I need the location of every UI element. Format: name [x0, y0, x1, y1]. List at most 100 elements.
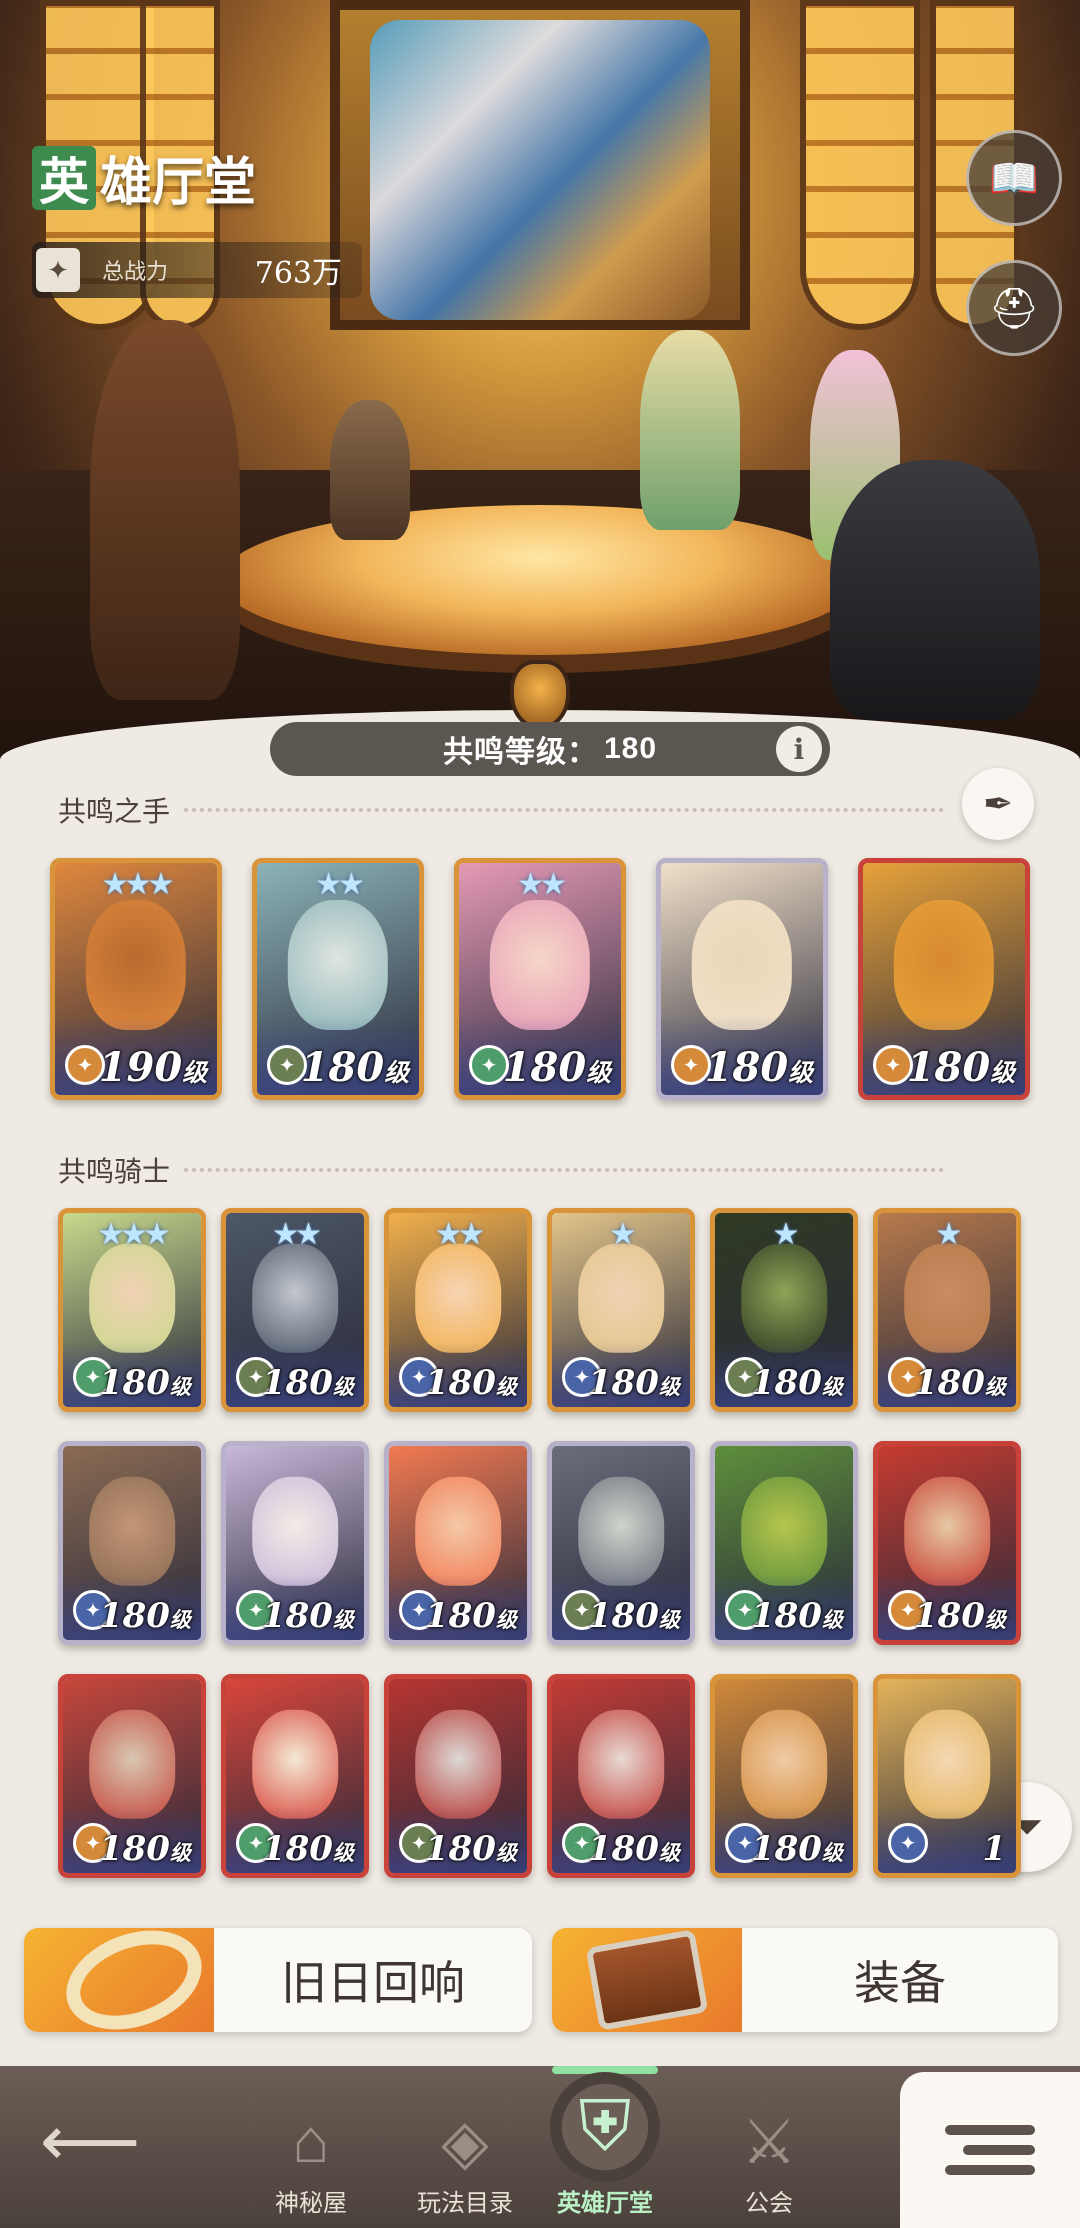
compare-button[interactable]: ⛑ — [966, 260, 1062, 356]
level-unit: 级 — [821, 1374, 843, 1399]
hero-card[interactable]: ✦ 180级 — [710, 1441, 858, 1645]
hero-figure[interactable] — [830, 460, 1040, 720]
codex-book-button[interactable]: 📖 — [966, 130, 1062, 226]
hero-card[interactable]: ✦ 180级 — [58, 1441, 206, 1645]
hero-level: 180级 — [914, 1363, 1006, 1403]
nav-mystery-house[interactable]: ⌂ 神秘屋 — [236, 2066, 386, 2228]
level-number: 180 — [913, 1363, 985, 1403]
level-unit: 级 — [495, 1374, 517, 1399]
hero-level: 180级 — [262, 1363, 354, 1403]
round-table — [220, 505, 860, 655]
chest-icon — [585, 1929, 709, 2031]
hero-face — [578, 1710, 664, 1819]
hero-face — [252, 1244, 338, 1353]
power-icon: ✦ — [36, 248, 80, 292]
main-menu-button[interactable] — [900, 2072, 1080, 2228]
level-unit: 级 — [332, 1607, 354, 1632]
hero-level: 1 — [982, 1829, 1006, 1869]
level-number: 180 — [587, 1363, 659, 1403]
hero-figure[interactable] — [330, 400, 410, 540]
hero-card[interactable]: ✦ 180级 — [384, 1441, 532, 1645]
hero-card[interactable]: ✦ 180级 — [873, 1441, 1021, 1645]
hero-face — [904, 1477, 990, 1586]
star-rating: ★★ — [517, 868, 567, 901]
level-number: 180 — [587, 1596, 659, 1636]
info-button[interactable]: i — [776, 726, 822, 772]
resonance-level: 180 — [603, 732, 658, 765]
hero-card[interactable]: ★ ✦ 180级 — [710, 1208, 858, 1412]
nav-guild[interactable]: ⚔ 公会 — [694, 2066, 844, 2228]
hero-card[interactable]: ✦ 180级 — [547, 1674, 695, 1878]
total-power-panel: ✦ 总战力 763万 — [32, 242, 362, 298]
hero-face — [415, 1710, 501, 1819]
equipment-button[interactable]: 装备 — [552, 1928, 1058, 2032]
level-number: 180 — [424, 1596, 496, 1636]
hero-card[interactable]: ✦ 180级 — [384, 1674, 532, 1878]
hall-scene — [0, 0, 1080, 760]
page-title: 英 雄厅堂 — [32, 140, 256, 215]
back-arrow-icon: ⟵ — [39, 2102, 141, 2180]
level-unit: 级 — [495, 1607, 517, 1632]
hero-level: 180级 — [751, 1829, 843, 1869]
edit-quill-button[interactable]: ✒ — [962, 768, 1034, 840]
hero-level: 180级 — [914, 1596, 1006, 1636]
hero-face — [415, 1244, 501, 1353]
hero-card[interactable]: ✦ 180级 — [221, 1441, 369, 1645]
level-unit: 级 — [495, 1840, 517, 1865]
hero-card[interactable]: ✦ 180级 — [221, 1674, 369, 1878]
hero-face — [741, 1244, 827, 1353]
level-unit: 级 — [658, 1840, 680, 1865]
level-unit: 级 — [821, 1607, 843, 1632]
hero-face — [89, 1710, 175, 1819]
stained-glass-window — [800, 0, 920, 330]
level-unit: 级 — [984, 1374, 1006, 1399]
level-number: 180 — [750, 1596, 822, 1636]
hero-card[interactable]: ✦ 180级 — [710, 1674, 858, 1878]
hero-card[interactable]: ★★★ ✦ 190级 — [50, 858, 222, 1100]
hero-level: 180级 — [751, 1596, 843, 1636]
hero-face — [741, 1710, 827, 1819]
hero-face — [741, 1477, 827, 1586]
echoes-of-the-past-button[interactable]: 旧日回响 — [24, 1928, 532, 2032]
nav-gameplay-catalog[interactable]: ◈ 玩法目录 — [390, 2066, 540, 2228]
hero-card[interactable]: ★★ ✦ 180级 — [384, 1208, 532, 1412]
hero-card[interactable]: ✦ 180级 — [58, 1674, 206, 1878]
hero-card[interactable]: ★★ ✦ 180级 — [252, 858, 424, 1100]
nav-hero-hall[interactable]: ⛨ 英雄厅堂 — [530, 2066, 680, 2228]
title-rest: 雄厅堂 — [100, 152, 257, 213]
hero-level: 180级 — [301, 1044, 409, 1091]
hero-level: 180级 — [99, 1363, 191, 1403]
nav-label: 玩法目录 — [417, 2190, 513, 2217]
section-title: 共鸣骑士 — [58, 1156, 171, 1187]
star-rating: ★★ — [315, 868, 365, 901]
back-button[interactable]: ⟵ — [30, 2066, 150, 2228]
divider — [184, 1168, 945, 1172]
hero-face — [85, 900, 187, 1031]
equip-art — [552, 1928, 742, 2032]
level-unit: 级 — [169, 1374, 191, 1399]
hero-figure[interactable] — [90, 320, 240, 700]
hero-level: 180级 — [425, 1829, 517, 1869]
hero-card[interactable]: ★★★ ✦ 180级 — [58, 1208, 206, 1412]
hero-card[interactable]: ★★ ✦ 180级 — [454, 858, 626, 1100]
hero-face — [578, 1477, 664, 1586]
hero-level: 190级 — [99, 1044, 207, 1091]
hero-level: 180级 — [262, 1596, 354, 1636]
hero-face — [287, 900, 389, 1031]
hero-card[interactable]: ★ ✦ 180级 — [547, 1208, 695, 1412]
hero-card[interactable]: ✦ 180级 — [858, 858, 1030, 1100]
hero-level: 180级 — [99, 1596, 191, 1636]
level-number: 180 — [98, 1596, 170, 1636]
ring-icon — [52, 1928, 216, 2032]
level-unit: 级 — [658, 1374, 680, 1399]
level-number: 180 — [906, 1044, 991, 1091]
hero-card[interactable]: ✦ 1 — [873, 1674, 1021, 1878]
hero-level: 180级 — [425, 1596, 517, 1636]
hero-card[interactable]: ★ ✦ 180级 — [873, 1208, 1021, 1412]
level-number: 180 — [261, 1596, 333, 1636]
hero-figure[interactable] — [640, 330, 740, 530]
hero-card[interactable]: ★★ ✦ 180级 — [221, 1208, 369, 1412]
level-unit: 级 — [169, 1607, 191, 1632]
hero-card[interactable]: ✦ 180级 — [547, 1441, 695, 1645]
hero-card[interactable]: ✦ 180级 — [656, 858, 828, 1100]
